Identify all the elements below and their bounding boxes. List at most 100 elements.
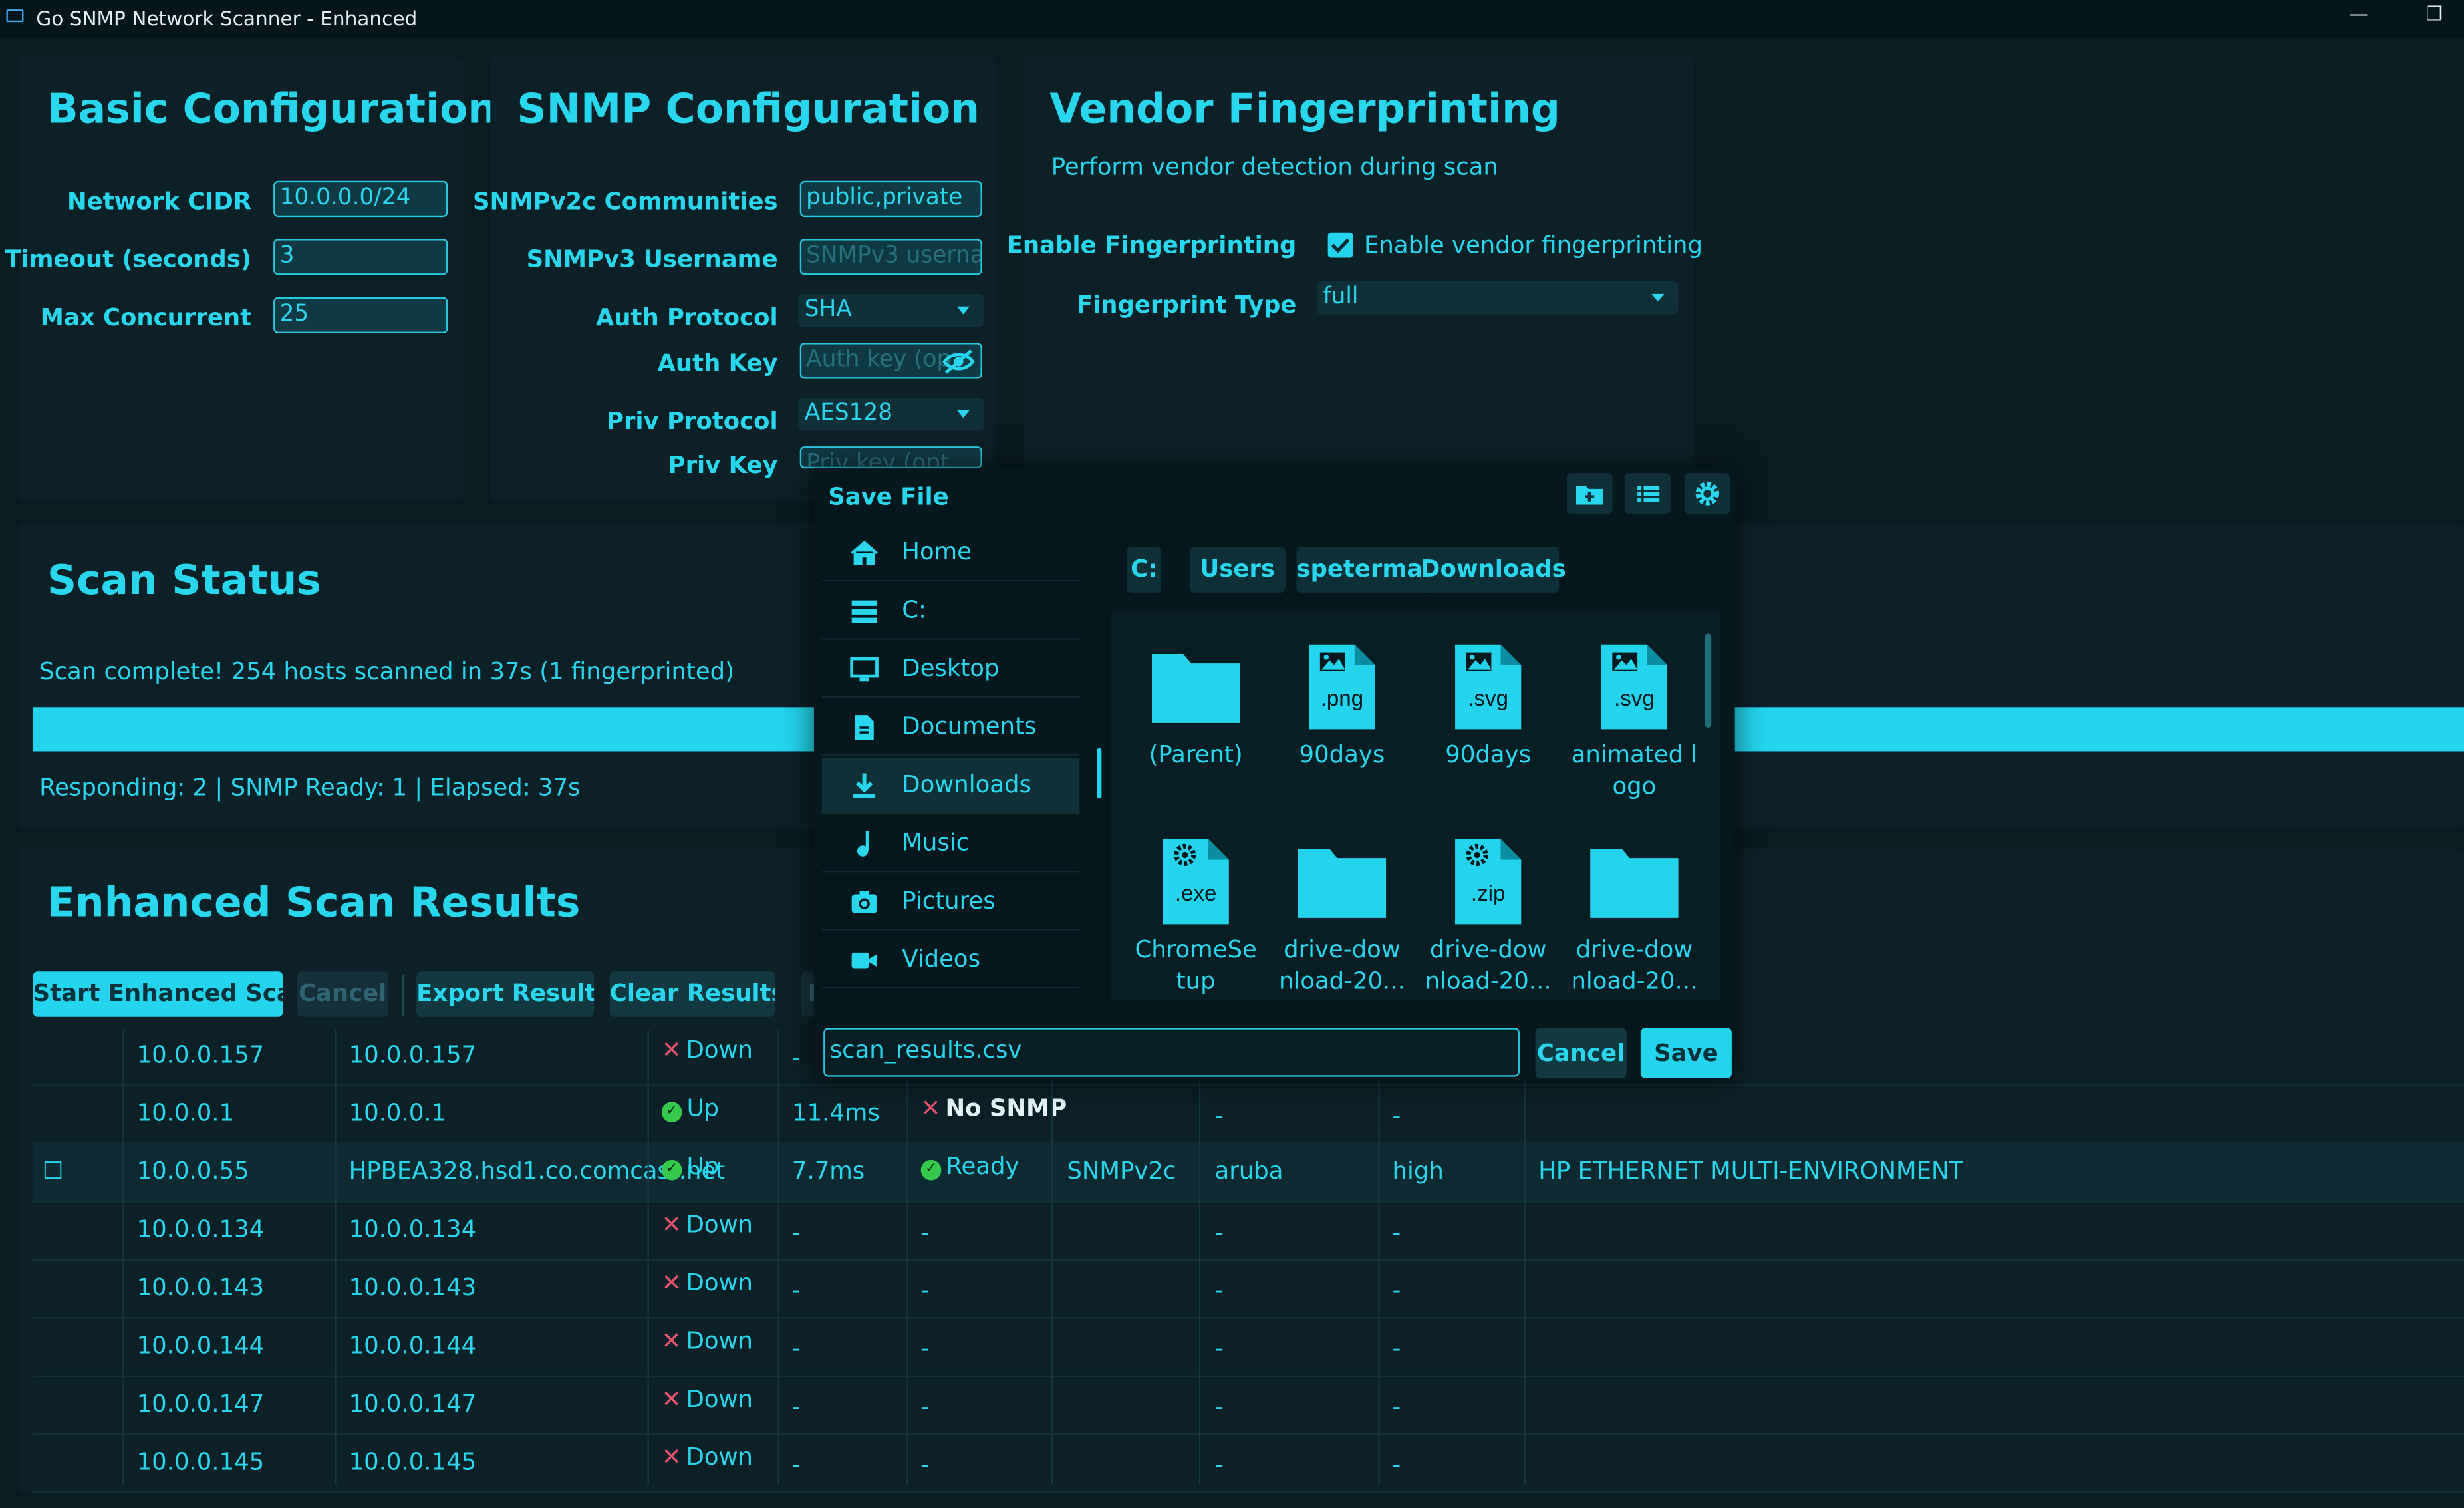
table-row[interactable]: 10.0.0.134 10.0.0.134 ✕ Down - - - - bbox=[33, 1201, 2464, 1261]
cell-host: 10.0.0.1 bbox=[348, 1098, 447, 1128]
cell-vendor: - bbox=[1214, 1218, 1224, 1247]
dialog-save-button[interactable]: Save bbox=[1640, 1028, 1732, 1078]
breadcrumb-item[interactable]: Users bbox=[1189, 547, 1286, 593]
cell-vendor: - bbox=[1214, 1102, 1224, 1130]
snmp-text: Ready bbox=[946, 1152, 1020, 1181]
table-row[interactable]: ☐ 10.0.0.55 HPBEA328.hsd1.co.comcast.net ✓ U… bbox=[33, 1142, 2464, 1203]
place-label: Videos bbox=[902, 945, 981, 973]
x-icon: ✕ bbox=[661, 1443, 682, 1471]
x-icon: ✕ bbox=[661, 1268, 682, 1297]
table-row[interactable]: 10.0.0.147 10.0.0.147 ✕ Down - - - - bbox=[33, 1376, 2464, 1435]
file-scrollbar[interactable] bbox=[1705, 633, 1712, 728]
file-item[interactable]: .svg 90days bbox=[1416, 641, 1560, 770]
image-file-icon: .svg bbox=[1416, 641, 1560, 732]
cell-vendor: - bbox=[1214, 1450, 1224, 1479]
cell-ip: 10.0.0.144 bbox=[136, 1331, 265, 1360]
file-item[interactable]: .zip drive-dow nload-20... bbox=[1416, 836, 1560, 996]
place-item[interactable]: Pictures bbox=[821, 874, 1080, 931]
cell-conf: - bbox=[1392, 1450, 1401, 1479]
table-row[interactable]: 10.0.0.144 10.0.0.144 ✕ Down - - - - bbox=[33, 1317, 2464, 1377]
file-item[interactable]: .png 90days bbox=[1270, 641, 1414, 770]
check-circle-icon: ✓ bbox=[661, 1102, 682, 1123]
cell-check[interactable]: ☐ bbox=[43, 1143, 64, 1201]
status-text: Down bbox=[686, 1443, 753, 1471]
status-text: Down bbox=[686, 1268, 753, 1297]
file-label: 90days bbox=[1299, 740, 1385, 769]
cell-conf: - bbox=[1392, 1392, 1401, 1422]
breadcrumb-item[interactable]: C: bbox=[1127, 547, 1162, 593]
file-item[interactable]: (Parent) bbox=[1123, 641, 1268, 770]
download-icon bbox=[849, 770, 880, 802]
folder-icon bbox=[1123, 641, 1268, 732]
place-item[interactable]: Music bbox=[821, 816, 1080, 873]
table-row[interactable]: 10.0.0.143 10.0.0.143 ✕ Down - - - - bbox=[33, 1259, 2464, 1319]
cell-snmp: ✓ Ready bbox=[920, 1138, 1020, 1196]
cell-ip: 10.0.0.157 bbox=[136, 1040, 265, 1069]
cell-conf: - bbox=[1392, 1334, 1401, 1363]
cell-status: ✕ Down bbox=[662, 1312, 753, 1370]
cell-host: 10.0.0.157 bbox=[348, 1040, 477, 1069]
place-label: Pictures bbox=[902, 886, 996, 915]
cell-status: ✕ Down bbox=[662, 1429, 753, 1487]
cell-conf: - bbox=[1392, 1276, 1401, 1305]
status-text: Down bbox=[686, 1326, 753, 1355]
music-icon bbox=[849, 828, 880, 859]
place-label: Desktop bbox=[902, 653, 1000, 682]
cell-host: 10.0.0.145 bbox=[348, 1447, 477, 1476]
x-icon: ✕ bbox=[661, 1210, 682, 1239]
svg-text:.png: .png bbox=[1321, 686, 1363, 711]
file-item[interactable]: .svg animated l ogo bbox=[1562, 641, 1707, 802]
place-item[interactable]: Documents bbox=[821, 699, 1080, 756]
places-scrollbar[interactable] bbox=[1097, 748, 1102, 799]
image-file-icon: .svg bbox=[1562, 641, 1707, 732]
check-circle-icon: ✓ bbox=[920, 1159, 942, 1181]
cell-status: ✕ Down bbox=[662, 1255, 753, 1312]
gear-file-icon: .exe bbox=[1123, 836, 1268, 927]
file-item[interactable]: drive-dow nload-20... bbox=[1562, 836, 1707, 996]
breadcrumb-item[interactable]: Downloads bbox=[1421, 547, 1566, 593]
document-icon bbox=[849, 712, 880, 743]
cell-vendor: - bbox=[1214, 1276, 1224, 1305]
image-file-icon: .png bbox=[1270, 641, 1414, 732]
file-label: ChromeSe tup bbox=[1135, 935, 1257, 995]
cell-ip: 10.0.0.145 bbox=[136, 1447, 265, 1476]
x-icon: ✕ bbox=[661, 1326, 682, 1355]
place-item[interactable]: Videos bbox=[821, 932, 1080, 989]
place-item[interactable]: Downloads bbox=[821, 757, 1080, 814]
gear-file-icon: .zip bbox=[1416, 836, 1560, 927]
status-text: Down bbox=[686, 1036, 753, 1064]
file-item[interactable]: drive-dow nload-20... bbox=[1270, 836, 1414, 996]
table-row[interactable]: 10.0.0.1 10.0.0.1 ✓ Up 11.4ms ✕ No SNMP - - bbox=[33, 1084, 2464, 1145]
cell-rtt: 7.7ms bbox=[791, 1157, 865, 1185]
file-item[interactable]: .exe ChromeSe tup bbox=[1123, 836, 1268, 996]
cell-ver: SNMPv2c bbox=[1067, 1157, 1176, 1185]
filename-input[interactable]: scan_results.csv bbox=[823, 1028, 1520, 1077]
place-label: Downloads bbox=[902, 770, 1031, 799]
x-icon: ✕ bbox=[661, 1384, 682, 1414]
cell-vendor: - bbox=[1214, 1392, 1224, 1422]
file-grid: (Parent) .png 90days .svg 90days .svg animated… bbox=[1111, 613, 1721, 1002]
place-item[interactable]: Desktop bbox=[821, 641, 1080, 698]
cell-status: ✓ Up bbox=[661, 1138, 719, 1196]
breadcrumb-item[interactable]: speterman bbox=[1296, 547, 1439, 593]
file-label: (Parent) bbox=[1149, 740, 1243, 769]
cell-status: ✓ Up bbox=[661, 1080, 720, 1137]
cell-vendor: aruba bbox=[1214, 1157, 1284, 1185]
desktop-icon bbox=[849, 654, 880, 685]
status-text: Up bbox=[686, 1094, 720, 1123]
video-icon bbox=[849, 945, 880, 976]
cell-ip: 10.0.0.134 bbox=[136, 1215, 265, 1244]
table-row[interactable]: 10.0.0.145 10.0.0.145 ✕ Down - - - - bbox=[33, 1433, 2464, 1493]
breadcrumb: C: Users speterman Downloads bbox=[814, 468, 1735, 610]
place-label: Music bbox=[902, 828, 970, 857]
cell-snmp: - bbox=[920, 1450, 930, 1479]
cell-ip: 10.0.0.147 bbox=[136, 1389, 265, 1418]
cell-ip: 10.0.0.1 bbox=[136, 1098, 235, 1128]
cell-snmp: - bbox=[920, 1334, 930, 1363]
cell-snmp: - bbox=[920, 1276, 930, 1305]
cell-snmp: - bbox=[920, 1218, 930, 1247]
snmp-text: No SNMP bbox=[945, 1094, 1067, 1123]
x-icon: ✕ bbox=[920, 1094, 941, 1123]
cell-host: 10.0.0.134 bbox=[348, 1215, 477, 1244]
dialog-cancel-button[interactable]: Cancel bbox=[1535, 1028, 1627, 1078]
